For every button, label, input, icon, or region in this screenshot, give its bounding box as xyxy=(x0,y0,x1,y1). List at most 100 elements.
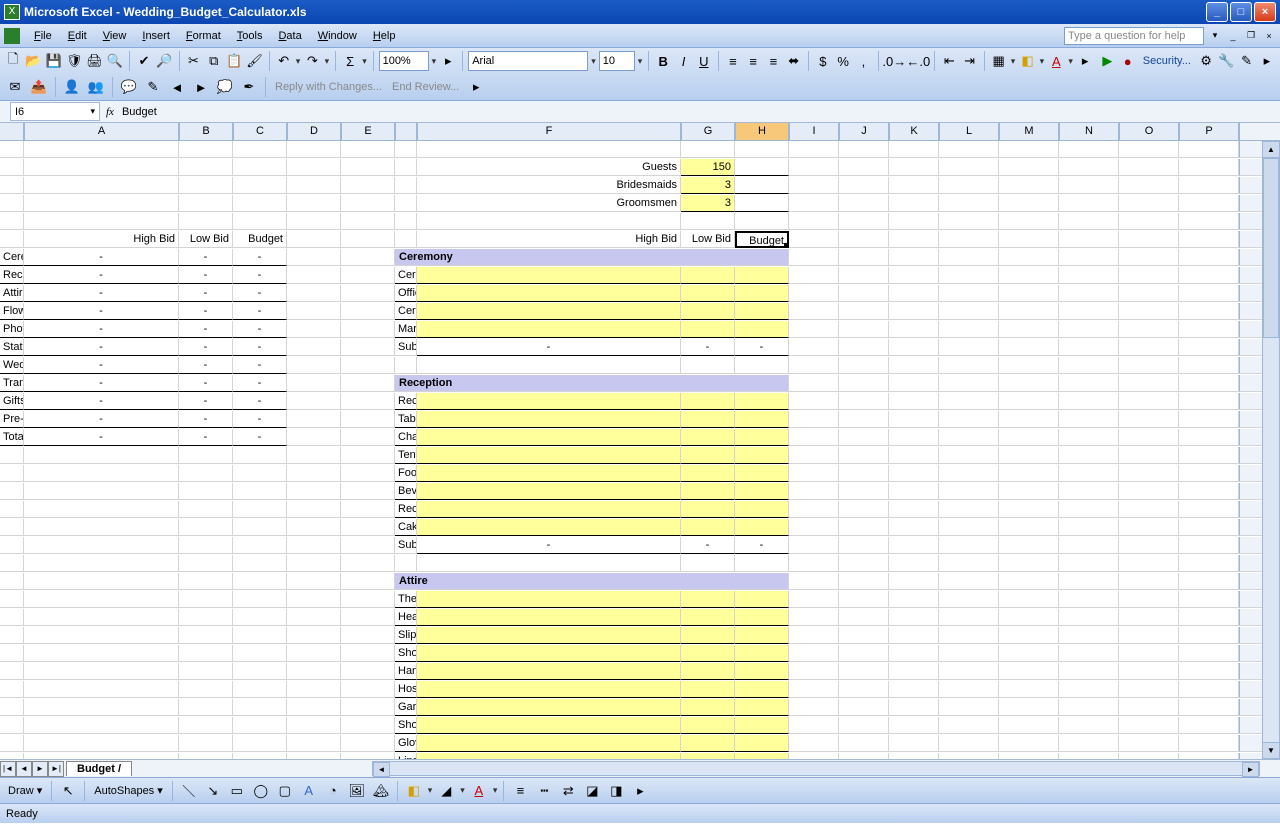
cell[interactable] xyxy=(999,663,1059,680)
cell[interactable]: - xyxy=(233,339,287,356)
cell[interactable] xyxy=(889,447,939,464)
cell[interactable] xyxy=(999,753,1059,759)
cell[interactable] xyxy=(681,303,735,320)
cell[interactable] xyxy=(1119,267,1179,284)
cell[interactable] xyxy=(939,753,999,759)
cell[interactable] xyxy=(735,141,789,158)
cell[interactable] xyxy=(1179,447,1239,464)
cell[interactable] xyxy=(0,627,24,644)
cell[interactable] xyxy=(735,663,789,680)
autosum-icon[interactable]: Σ xyxy=(341,50,359,72)
cell[interactable] xyxy=(889,357,939,374)
cell[interactable] xyxy=(889,753,939,759)
cell[interactable] xyxy=(839,717,889,734)
increase-decimal-icon[interactable]: .0→ xyxy=(883,50,905,72)
tab-nav-last-icon[interactable]: ►| xyxy=(48,761,64,777)
cell[interactable]: - xyxy=(233,393,287,410)
cell[interactable] xyxy=(889,609,939,626)
cell[interactable] xyxy=(1059,465,1119,482)
cell[interactable] xyxy=(179,591,233,608)
cell[interactable] xyxy=(1119,213,1179,230)
cell[interactable] xyxy=(681,645,735,662)
cell[interactable]: Low Bid xyxy=(179,231,233,248)
cell[interactable] xyxy=(735,699,789,716)
autoshapes-menu[interactable]: AutoShapes ▾ xyxy=(90,784,167,797)
cell[interactable] xyxy=(233,627,287,644)
cell[interactable]: Slip xyxy=(395,627,417,644)
cell[interactable] xyxy=(417,483,681,500)
cell[interactable] xyxy=(287,555,341,572)
cell[interactable]: Total xyxy=(0,429,24,446)
zoom-input[interactable] xyxy=(379,51,429,71)
cell[interactable] xyxy=(839,231,889,248)
cell[interactable] xyxy=(839,537,889,554)
cell[interactable] xyxy=(681,519,735,536)
cell[interactable] xyxy=(24,177,179,194)
font-size-input[interactable] xyxy=(599,51,635,71)
cell[interactable] xyxy=(341,303,395,320)
cell[interactable]: Low Bid xyxy=(681,231,735,248)
cell[interactable] xyxy=(1059,357,1119,374)
cell[interactable] xyxy=(999,573,1059,590)
cell[interactable] xyxy=(939,249,999,266)
toolbar-options3-icon[interactable]: ▸ xyxy=(1258,50,1276,72)
cell[interactable] xyxy=(1119,627,1179,644)
cell[interactable]: Transportation & Lodging xyxy=(0,375,24,392)
maximize-button[interactable]: □ xyxy=(1230,2,1252,22)
tab-nav-first-icon[interactable]: |◄ xyxy=(0,761,16,777)
cell[interactable] xyxy=(179,177,233,194)
cell[interactable]: - xyxy=(24,303,179,320)
cell[interactable] xyxy=(1119,141,1179,158)
col-header-L[interactable]: L xyxy=(939,123,999,141)
cell[interactable] xyxy=(939,195,999,212)
currency-icon[interactable]: $ xyxy=(814,50,832,72)
doc-close-button[interactable]: × xyxy=(1262,29,1276,43)
cell[interactable] xyxy=(1119,537,1179,554)
cell[interactable] xyxy=(287,501,341,518)
cell[interactable] xyxy=(1119,699,1179,716)
cell[interactable] xyxy=(341,501,395,518)
cell[interactable] xyxy=(735,411,789,428)
cell[interactable] xyxy=(341,717,395,734)
minimize-button[interactable]: _ xyxy=(1206,2,1228,22)
save-icon[interactable]: 💾 xyxy=(45,50,63,72)
cell[interactable]: - xyxy=(735,339,789,356)
cell[interactable] xyxy=(939,573,999,590)
cell[interactable] xyxy=(341,249,395,266)
cell[interactable] xyxy=(1059,321,1119,338)
name-box-dropdown-icon[interactable]: ▾ xyxy=(90,106,95,117)
cell[interactable] xyxy=(889,393,939,410)
cell[interactable] xyxy=(999,429,1059,446)
cell[interactable] xyxy=(233,555,287,572)
show-comment-icon[interactable]: 💭 xyxy=(214,76,236,98)
format-painter-icon[interactable]: 🖌 xyxy=(245,50,264,72)
cell[interactable] xyxy=(999,231,1059,248)
3d-icon[interactable]: ◨ xyxy=(605,780,627,802)
cell[interactable] xyxy=(735,645,789,662)
cell[interactable] xyxy=(889,573,939,590)
cell[interactable] xyxy=(681,555,735,572)
cell[interactable] xyxy=(999,411,1059,428)
cell[interactable] xyxy=(839,465,889,482)
cell[interactable] xyxy=(1059,555,1119,572)
font-color-icon[interactable]: A xyxy=(1047,50,1065,72)
cell[interactable] xyxy=(1179,609,1239,626)
cell[interactable] xyxy=(1119,735,1179,752)
col-header-F[interactable]: F xyxy=(417,123,681,141)
textbox-icon[interactable]: ▢ xyxy=(274,780,296,802)
cell[interactable] xyxy=(341,393,395,410)
cell[interactable] xyxy=(1059,411,1119,428)
paste-icon[interactable]: 📋 xyxy=(225,50,243,72)
cell[interactable] xyxy=(789,645,839,662)
cell[interactable] xyxy=(735,465,789,482)
cell[interactable] xyxy=(939,681,999,698)
cell[interactable] xyxy=(1179,717,1239,734)
cell[interactable] xyxy=(789,555,839,572)
cell[interactable] xyxy=(233,141,287,158)
cell[interactable] xyxy=(341,537,395,554)
toolbar-options4-icon[interactable]: ▸ xyxy=(465,76,487,98)
cell[interactable] xyxy=(1119,501,1179,518)
cell[interactable] xyxy=(233,735,287,752)
cell[interactable] xyxy=(1059,213,1119,230)
cell[interactable] xyxy=(839,573,889,590)
